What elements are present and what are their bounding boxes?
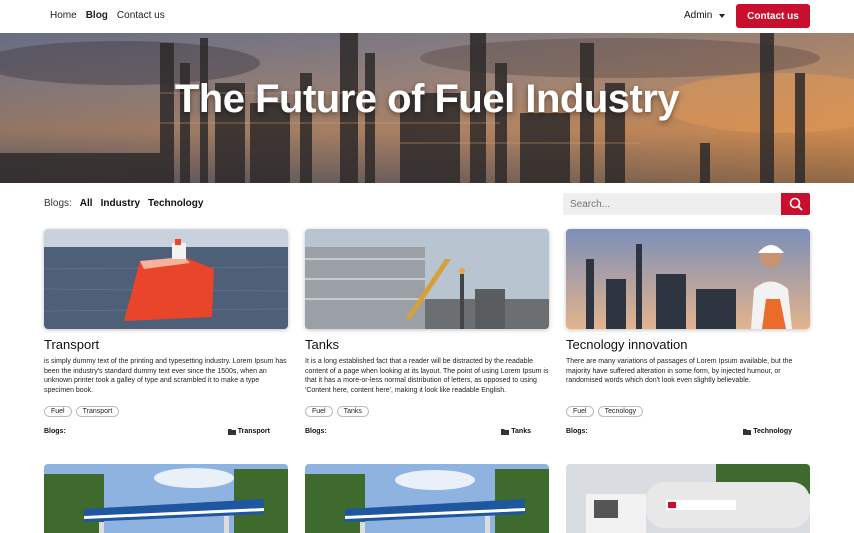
card-category-label: Tanks: [511, 428, 531, 435]
card-footer-label: Blogs:: [305, 428, 327, 435]
card-footer-label: Blogs:: [566, 428, 588, 435]
filter-industry[interactable]: Industry: [101, 198, 140, 209]
nav-links: Home Blog Contact us: [50, 10, 165, 21]
search-input[interactable]: [563, 193, 781, 215]
card-title[interactable]: Tecnology innovation: [566, 337, 687, 352]
hero-banner: The Future of Fuel Industry: [0, 33, 854, 183]
tag-fuel[interactable]: Fuel: [566, 406, 594, 417]
folder-icon: [743, 428, 752, 435]
filter-label: Blogs:: [44, 198, 72, 209]
tag-fuel[interactable]: Fuel: [305, 406, 333, 417]
card-image-gas-station[interactable]: [305, 464, 549, 533]
card-tags: Fuel Transport: [44, 406, 120, 417]
card-image-storage-tanks: [305, 229, 549, 329]
search-button[interactable]: [781, 193, 810, 215]
card-category-label: Technology: [753, 428, 792, 435]
nav-blog-link[interactable]: Blog: [86, 10, 108, 21]
search-icon: [789, 197, 803, 211]
tag-tanks[interactable]: Tanks: [336, 406, 369, 417]
card-tags: Fuel Tanks: [305, 406, 369, 417]
tag-technology[interactable]: Tecnology: [597, 406, 644, 417]
card-description: is simply dummy text of the printing and…: [44, 358, 287, 394]
card-title[interactable]: Tanks: [305, 337, 339, 352]
card-category-label: Transport: [237, 428, 270, 435]
tag-fuel[interactable]: Fuel: [44, 406, 72, 417]
card-description: It is a long established fact that a rea…: [305, 358, 549, 394]
card-image-tanker-ship: [44, 229, 288, 329]
nav-home-link[interactable]: Home: [50, 10, 77, 21]
card-footer: Blogs: Tanks: [305, 428, 531, 435]
card-image-gas-station[interactable]: [44, 464, 288, 533]
top-navbar: Home Blog Contact us Admin Contact us: [0, 0, 854, 33]
card-category-link[interactable]: Tanks: [501, 428, 531, 435]
admin-dropdown[interactable]: Admin: [684, 10, 726, 21]
chevron-down-icon: [719, 13, 726, 18]
card-title[interactable]: Transport: [44, 337, 99, 352]
blog-filter-bar: Blogs: All Industry Technology: [44, 198, 203, 209]
filter-all[interactable]: All: [80, 198, 93, 209]
filter-technology[interactable]: Technology: [148, 198, 203, 209]
card-image-engineer-refinery: [566, 229, 810, 329]
card-footer: Blogs: Technology: [566, 428, 792, 435]
card-footer: Blogs: Transport: [44, 428, 270, 435]
folder-icon: [501, 428, 510, 435]
folder-icon: [227, 428, 236, 435]
card-category-link[interactable]: Transport: [227, 428, 270, 435]
card-footer-label: Blogs:: [44, 428, 66, 435]
card-category-link[interactable]: Technology: [743, 428, 792, 435]
search-box: [563, 193, 810, 215]
tag-transport[interactable]: Transport: [75, 406, 120, 417]
hero-title: The Future of Fuel Industry: [174, 77, 680, 121]
admin-label: Admin: [684, 10, 713, 21]
card-description: There are many variations of passages of…: [566, 358, 793, 384]
card-image-fuel-truck[interactable]: [566, 464, 810, 533]
nav-contact-link[interactable]: Contact us: [117, 10, 165, 21]
card-tags: Fuel Tecnology: [566, 406, 644, 417]
contact-us-button[interactable]: Contact us: [736, 4, 810, 28]
